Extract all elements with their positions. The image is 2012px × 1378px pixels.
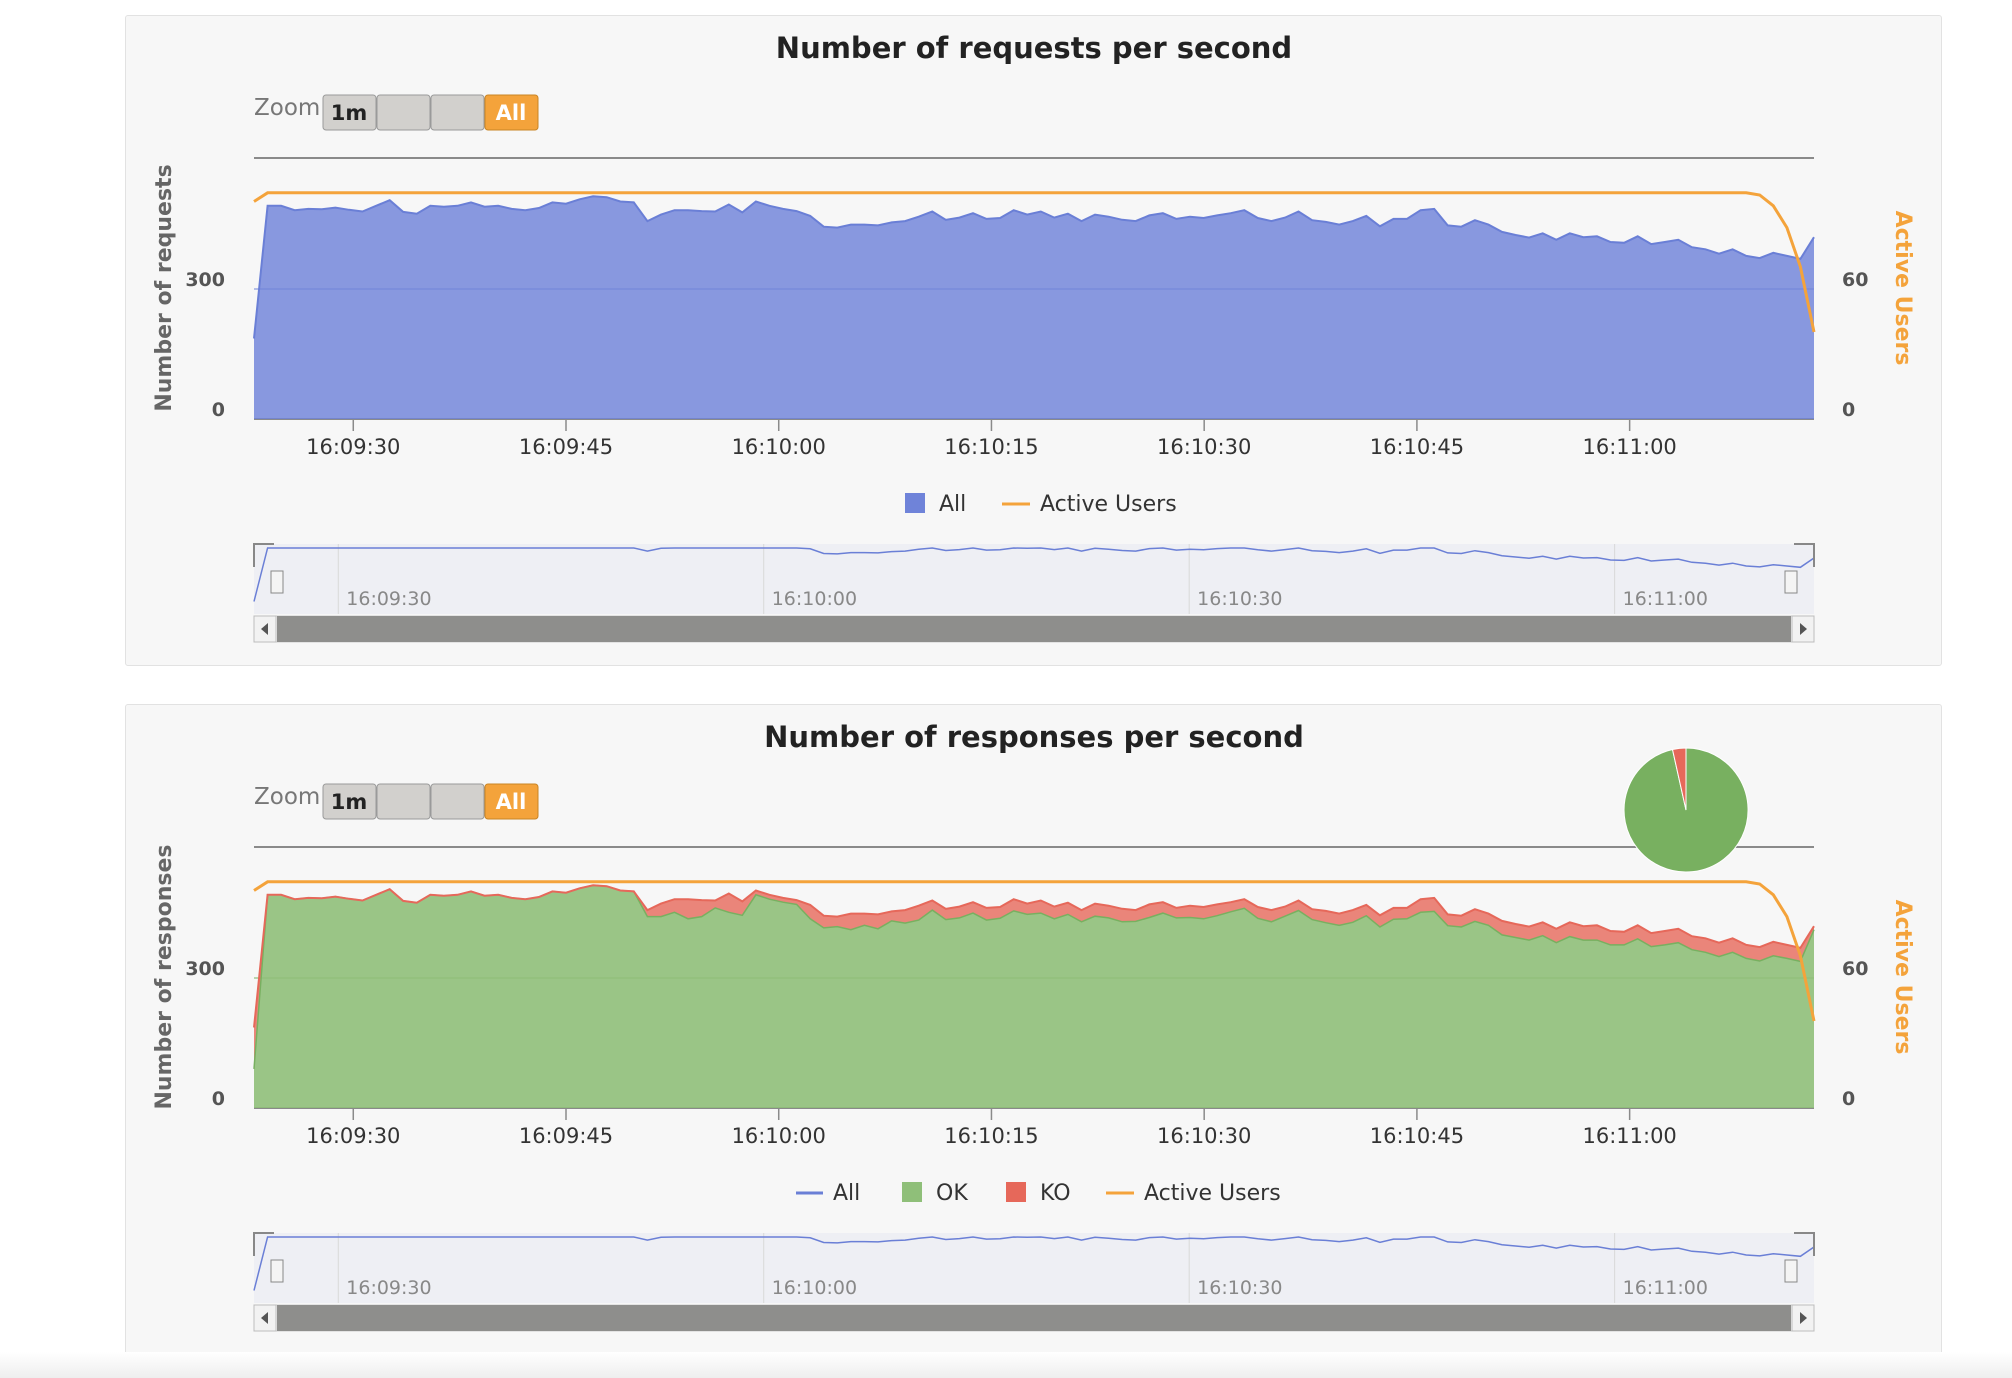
x-tick-label: 16:10:00	[732, 1124, 826, 1148]
svg-text:1m: 1m	[331, 790, 368, 814]
legend-item-ok[interactable]: OK	[902, 1181, 968, 1206]
y2-tick-0: 0	[1842, 1088, 1855, 1110]
svg-text:KO: KO	[1040, 1181, 1071, 1206]
x-tick-label: 16:11:00	[1582, 1124, 1676, 1148]
y2-tick-0: 0	[1842, 399, 1855, 421]
zoom-button-3[interactable]	[430, 94, 485, 131]
zoom-selector: Zoom 1m All	[254, 94, 539, 131]
legend-item-active-users[interactable]: Active Users	[1106, 1181, 1281, 1206]
ok-ko-pie-chart	[1623, 747, 1749, 873]
x-axis-ticks: 16:09:30 16:09:45 16:10:00 16:10:15 16:10:30…	[306, 419, 1677, 459]
zoom-label: Zoom	[254, 95, 320, 121]
svg-text:All: All	[496, 101, 527, 125]
x-tick-label: 16:11:00	[1582, 435, 1676, 459]
navigator-handle-left[interactable]	[270, 570, 284, 594]
legend-item-all[interactable]: All	[796, 1181, 860, 1206]
x-tick-label: 16:09:45	[519, 1124, 613, 1148]
svg-text:1m: 1m	[331, 101, 368, 125]
page-bottom-edge	[0, 1352, 2012, 1378]
x-axis-ticks: 16:09:30 16:09:45 16:10:00 16:10:15 16:10:30…	[306, 1108, 1677, 1148]
x-tick-label: 16:09:30	[306, 1124, 400, 1148]
navigator-handle-right[interactable]	[1784, 1259, 1798, 1283]
legend-item-all[interactable]: All	[905, 492, 966, 517]
x-tick-label: 16:09:30	[306, 435, 400, 459]
y2-tick-60: 60	[1842, 958, 1868, 980]
navigator-scrollbar-thumb[interactable]	[277, 1305, 1791, 1331]
x-tick-label: 16:10:30	[1157, 435, 1251, 459]
y-tick-300: 300	[185, 269, 225, 291]
zoom-label: Zoom	[254, 784, 320, 810]
navigator[interactable]: 16:09:30 16:10:00 16:10:30 16:11:00	[253, 543, 1815, 643]
y-tick-0: 0	[212, 399, 225, 421]
x-tick-label: 16:09:45	[519, 435, 613, 459]
zoom-button-2[interactable]	[376, 783, 431, 820]
chart-title: Number of requests per second	[776, 31, 1292, 65]
y-tick-300: 300	[185, 958, 225, 980]
zoom-button-all[interactable]: All	[484, 783, 539, 820]
responses-chart: Number of responses per second Zoom 1m A…	[152, 720, 1915, 1332]
y2-tick-60: 60	[1842, 269, 1868, 291]
zoom-selector: Zoom 1m All	[254, 783, 539, 820]
x-tick-label: 16:10:00	[732, 435, 826, 459]
navigator[interactable]: 16:09:30 16:10:00 16:10:30 16:11:00	[253, 1232, 1815, 1332]
requests-chart: Number of requests per second Zoom 1m Al…	[152, 31, 1915, 643]
series-all-area	[254, 196, 1814, 419]
y-axis-title: Number of responses	[152, 844, 177, 1109]
x-tick-label: 16:10:45	[1370, 1124, 1464, 1148]
navigator-tick-label: 16:11:00	[1623, 588, 1708, 610]
legend-item-active-users[interactable]: Active Users	[1002, 492, 1177, 517]
svg-text:All: All	[833, 1181, 860, 1206]
zoom-button-all[interactable]: All	[484, 94, 539, 131]
y-tick-0: 0	[212, 1088, 225, 1110]
legend: All OK KO Active Users	[796, 1181, 1281, 1206]
x-tick-label: 16:10:30	[1157, 1124, 1251, 1148]
navigator-tick-label: 16:11:00	[1623, 1277, 1708, 1299]
navigator-tick-label: 16:09:30	[346, 588, 431, 610]
x-tick-label: 16:10:15	[944, 435, 1038, 459]
x-tick-label: 16:10:45	[1370, 435, 1464, 459]
navigator-scrollbar-thumb[interactable]	[277, 616, 1791, 642]
responses-chart-panel: Number of responses per second Zoom 1m A…	[125, 704, 1942, 1355]
navigator-tick-label: 16:10:00	[772, 1277, 857, 1299]
svg-text:All: All	[939, 492, 966, 517]
requests-chart-panel: Number of requests per second Zoom 1m Al…	[125, 15, 1942, 666]
y-axis-title: Number of requests	[152, 164, 177, 411]
x-tick-label: 16:10:15	[944, 1124, 1038, 1148]
navigator-tick-label: 16:10:30	[1197, 1277, 1282, 1299]
y2-axis-title: Active Users	[1890, 211, 1915, 366]
svg-text:All: All	[496, 790, 527, 814]
zoom-button-3[interactable]	[430, 783, 485, 820]
zoom-button-1m[interactable]: 1m	[322, 94, 377, 131]
navigator-handle-right[interactable]	[1784, 570, 1798, 594]
series-ok-area	[254, 885, 1814, 1108]
zoom-button-2[interactable]	[376, 94, 431, 131]
legend: All Active Users	[905, 492, 1177, 517]
navigator-tick-label: 16:09:30	[346, 1277, 431, 1299]
svg-text:Active Users: Active Users	[1040, 492, 1177, 517]
svg-text:OK: OK	[936, 1181, 968, 1206]
navigator-tick-label: 16:10:30	[1197, 588, 1282, 610]
svg-text:Active Users: Active Users	[1144, 1181, 1281, 1206]
y2-axis-title: Active Users	[1890, 900, 1915, 1055]
legend-item-ko[interactable]: KO	[1006, 1181, 1071, 1206]
navigator-handle-left[interactable]	[270, 1259, 284, 1283]
zoom-button-1m[interactable]: 1m	[322, 783, 377, 820]
chart-title: Number of responses per second	[764, 720, 1304, 754]
navigator-tick-label: 16:10:00	[772, 588, 857, 610]
